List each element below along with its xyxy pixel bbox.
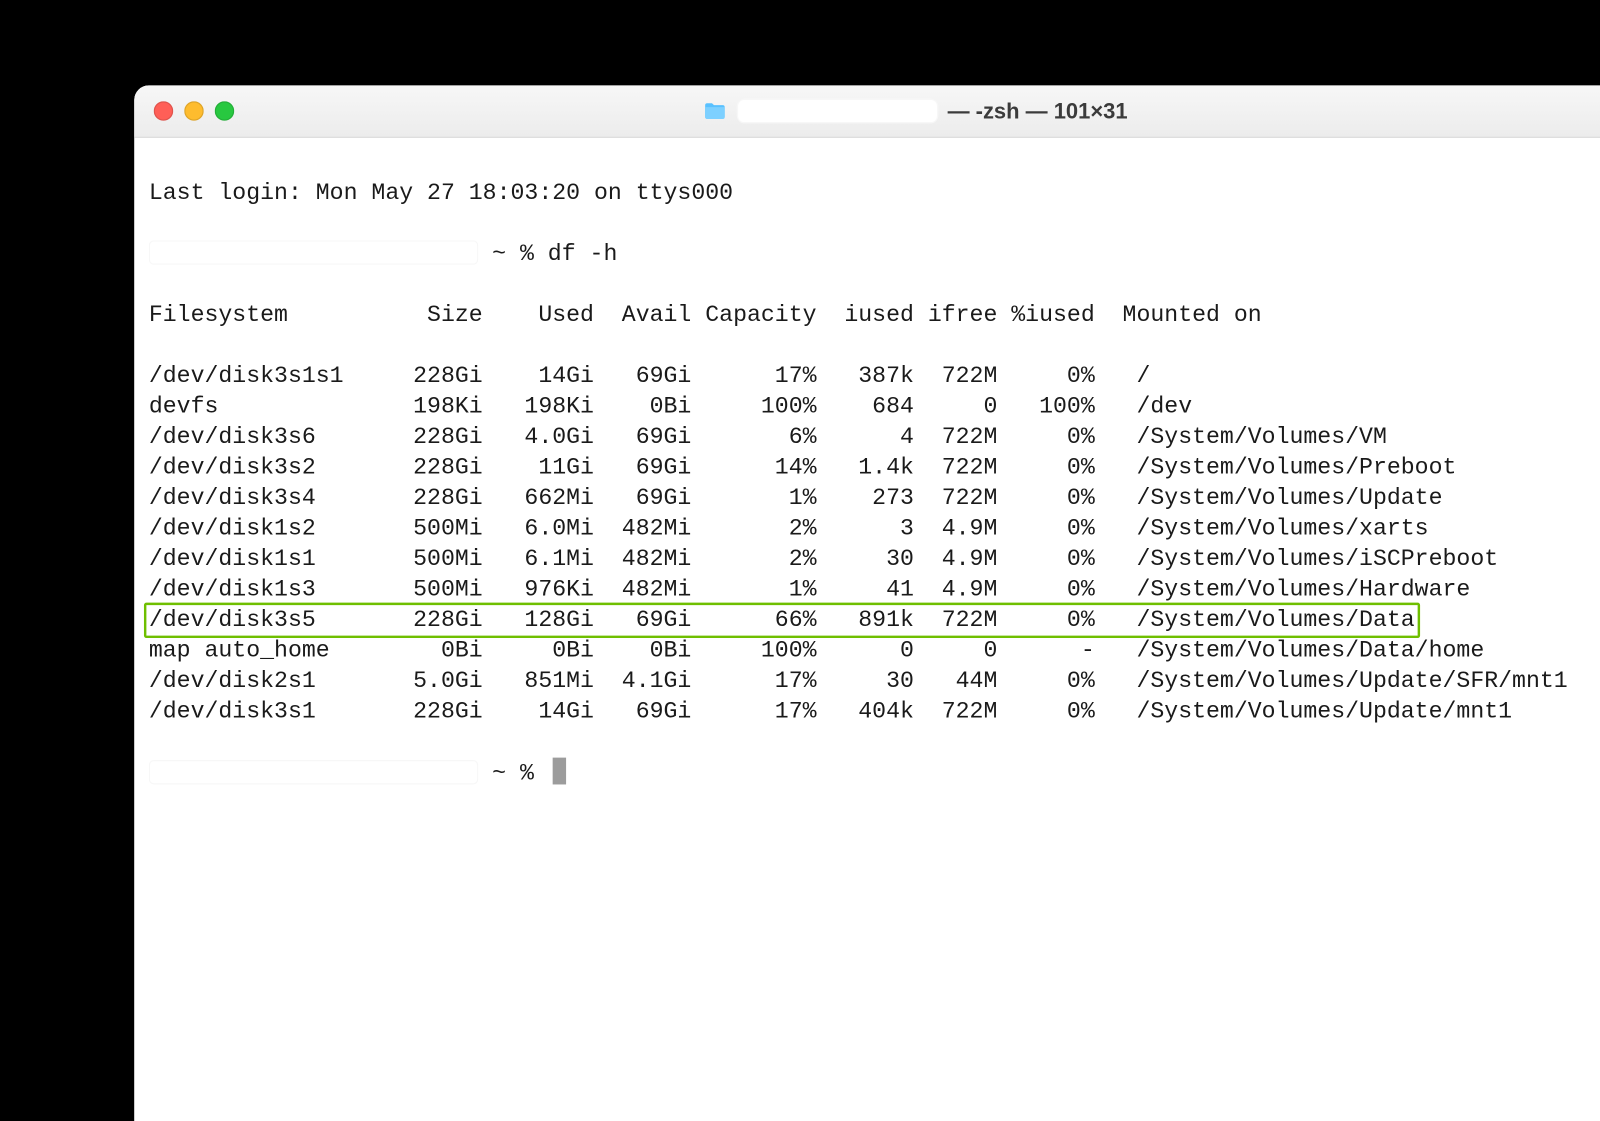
df-row: devfs 198Ki 198Ki 0Bi 100% 684 0 100% /d…: [149, 392, 1600, 423]
df-row: /dev/disk2s1 5.0Gi 851Mi 4.1Gi 17% 30 44…: [149, 666, 1600, 697]
minimize-icon[interactable]: [184, 101, 204, 121]
redacted-hostname: [149, 760, 478, 784]
window-controls: [154, 101, 235, 121]
df-row: map auto_home 0Bi 0Bi 0Bi 100% 0 0 - /Sy…: [149, 636, 1600, 667]
folder-icon: [702, 101, 726, 121]
df-row: /dev/disk1s2 500Mi 6.0Mi 482Mi 2% 3 4.9M…: [149, 514, 1600, 545]
cursor-icon: [553, 758, 566, 785]
terminal-window: — -zsh — 101×31 Last login: Mon May 27 1…: [134, 85, 1600, 1121]
maximize-icon[interactable]: [215, 101, 235, 121]
highlighted-row: /dev/disk3s5 228Gi 128Gi 69Gi 66% 891k 7…: [144, 603, 1420, 638]
redacted-title-segment: [737, 99, 938, 123]
df-row: /dev/disk3s2 228Gi 11Gi 69Gi 14% 1.4k 72…: [149, 453, 1600, 484]
last-login-line: Last login: Mon May 27 18:03:20 on ttys0…: [149, 178, 1600, 209]
command-text: df -h: [548, 240, 618, 267]
terminal-body[interactable]: Last login: Mon May 27 18:03:20 on ttys0…: [134, 138, 1600, 865]
df-row: /dev/disk3s1s1 228Gi 14Gi 69Gi 17% 387k …: [149, 361, 1600, 392]
df-header-row: Filesystem Size Used Avail Capacity iuse…: [149, 300, 1600, 331]
close-icon[interactable]: [154, 101, 174, 121]
df-row: /dev/disk3s5 228Gi 128Gi 69Gi 66% 891k 7…: [149, 605, 1600, 636]
df-row: /dev/disk3s1 228Gi 14Gi 69Gi 17% 404k 72…: [149, 697, 1600, 728]
redacted-hostname: [149, 240, 478, 264]
df-row: /dev/disk1s1 500Mi 6.1Mi 482Mi 2% 30 4.9…: [149, 544, 1600, 575]
df-row: /dev/disk3s6 228Gi 4.0Gi 69Gi 6% 4 722M …: [149, 422, 1600, 453]
prompt-line-2[interactable]: ~ %: [149, 758, 1600, 790]
df-row: /dev/disk3s4 228Gi 662Mi 69Gi 1% 273 722…: [149, 483, 1600, 513]
prompt-line-1: ~ % df -h: [149, 239, 1600, 269]
df-row: /dev/disk1s3 500Mi 976Ki 482Mi 1% 41 4.9…: [149, 575, 1600, 606]
window-title: — -zsh — 101×31: [948, 100, 1128, 122]
titlebar: — -zsh — 101×31: [134, 85, 1600, 137]
